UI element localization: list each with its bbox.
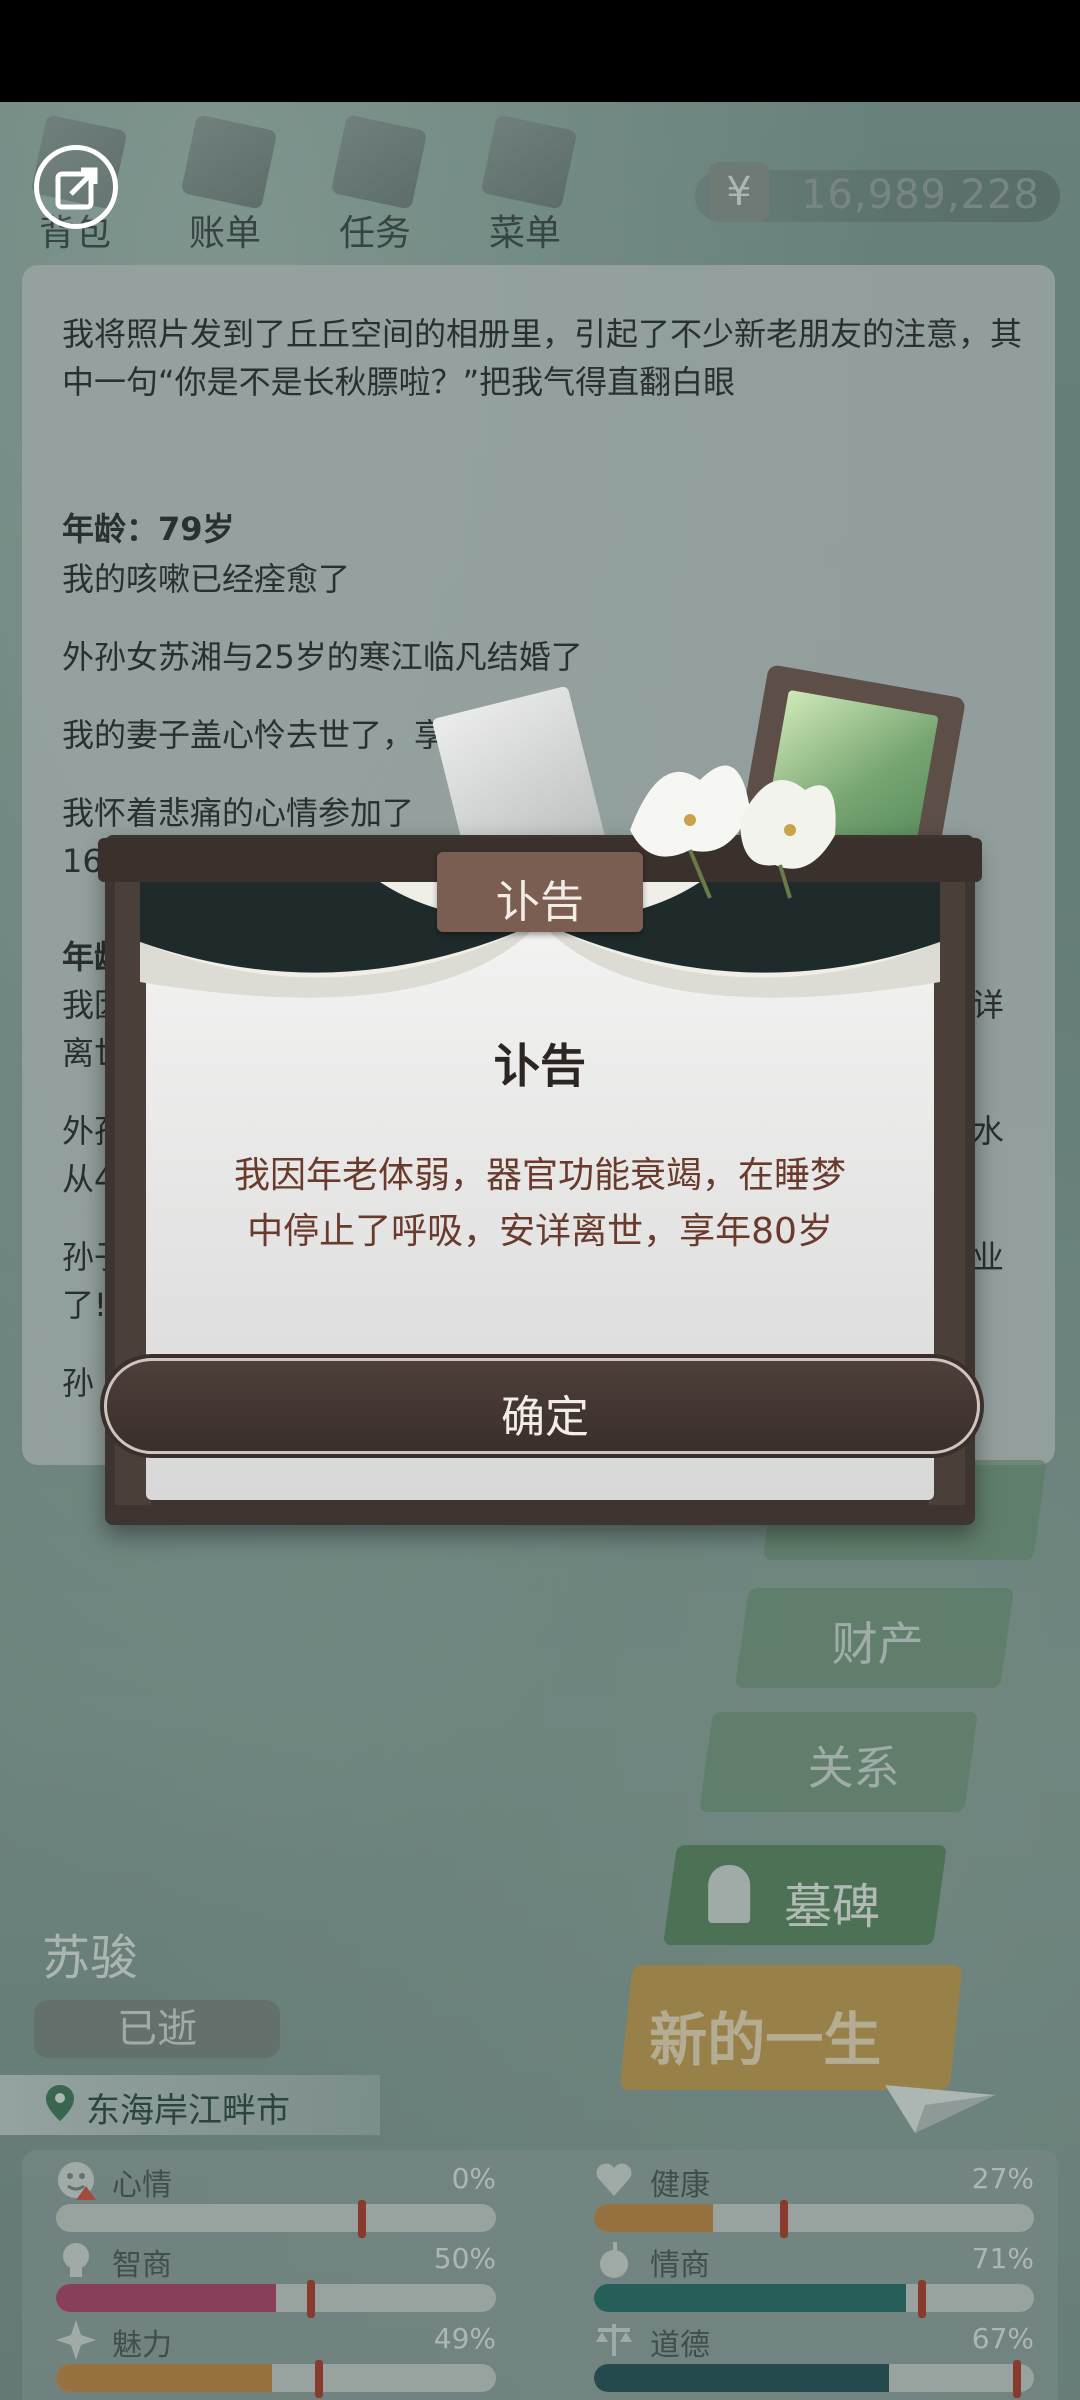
status-bar xyxy=(0,0,1080,102)
obituary-title: 讣告 xyxy=(494,1039,586,1093)
confirm-button-label: 确定 xyxy=(501,1392,589,1443)
obituary-body-line: 中停止了呼吸，安详离世，享年80岁 xyxy=(247,1211,833,1252)
obituary-body: 我因年老体弱，器官功能衰竭，在睡梦 中停止了呼吸，安详离世，享年80岁 xyxy=(180,1148,900,1260)
share-button[interactable] xyxy=(34,145,118,229)
share-icon xyxy=(55,167,98,210)
obituary-tag: 讣告 xyxy=(437,852,643,932)
obituary-body-line: 我因年老体弱，器官功能衰竭，在睡梦 xyxy=(233,1155,846,1196)
obituary-tag-label: 讣告 xyxy=(496,877,584,928)
confirm-button[interactable]: 确定 xyxy=(104,1358,980,1454)
